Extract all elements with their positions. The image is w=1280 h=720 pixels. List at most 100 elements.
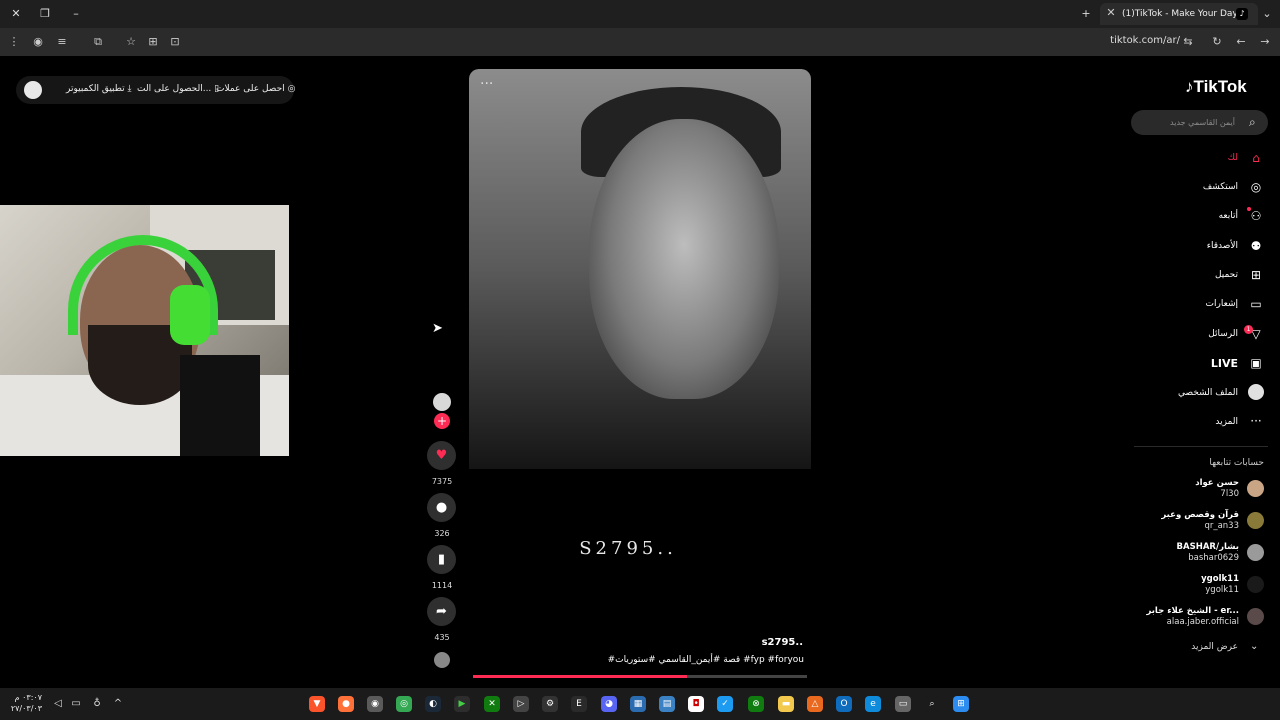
nav-more[interactable]: المزيد [1138,417,1238,427]
xbox-icon[interactable]: ✕ [484,696,500,712]
forward-icon[interactable]: ← [1233,34,1249,50]
volume-icon[interactable]: ◁ [52,698,64,709]
followed-account-name[interactable]: قرآن وقصص وعبر [1130,510,1239,520]
tab-list-icon[interactable]: ⌄ [1259,6,1275,22]
install-app-icon[interactable]: ⊡ [167,34,183,50]
followed-account-avatar[interactable] [1247,544,1264,561]
firefox-icon[interactable]: ● [338,696,354,712]
followed-account-avatar[interactable] [1247,512,1264,529]
tab-close-icon[interactable]: ✕ [1104,6,1118,19]
followed-account-handle[interactable]: ygolk11 [1130,585,1239,595]
live-icon[interactable]: ▣ [1248,355,1264,371]
site-settings-icon[interactable]: ⇆ [1180,34,1196,50]
more-icon[interactable]: ··· [1248,413,1264,429]
restore-window-icon[interactable]: ❐ [37,6,53,22]
followed-account-name[interactable]: الشيخ علاء جابر - er... [1130,606,1239,616]
xbox-app-icon[interactable]: ⊗ [748,696,764,712]
video-player[interactable] [469,69,811,682]
like-heart-icon[interactable]: ♥ [427,441,456,470]
brave-icon[interactable]: ▼ [309,696,325,712]
sidebar-divider [1134,446,1268,447]
steam-icon[interactable]: ◐ [425,696,441,712]
video-options-icon[interactable]: ··· [480,76,493,92]
nav-upload[interactable]: تحميل [1138,270,1238,280]
nav-live[interactable]: LIVE [1138,357,1238,370]
nav-explore[interactable]: استكشف [1138,182,1238,192]
nav-profile[interactable]: الملف الشخصي [1138,388,1238,398]
bookmark-star-icon[interactable]: ☆ [123,34,139,50]
nav-notifications[interactable]: إشعارات [1138,299,1238,309]
outlook-icon[interactable]: O [836,696,852,712]
notifications-icon[interactable]: ▭ [1248,296,1264,312]
share-icon[interactable]: ➦ [427,597,456,626]
translate-icon[interactable]: ⊞ [145,34,161,50]
chrome-icon[interactable]: ◎ [396,696,412,712]
tray-overflow-icon[interactable]: ^ [112,698,124,709]
address-bar[interactable]: tiktok.com/ar/ [1100,35,1180,49]
explore-icon[interactable]: ◎ [1248,179,1264,195]
video-author[interactable]: s2795.. [700,637,803,648]
friends-icon[interactable]: ⚉ [1248,238,1264,254]
followed-account-avatar[interactable] [1247,576,1264,593]
game-launcher-icon[interactable]: ▶ [454,696,470,712]
edge-icon[interactable]: e [865,696,881,712]
search-icon[interactable]: ⌕ [1249,115,1256,130]
microphone-icon[interactable]: ♁ [91,698,103,709]
settings-gear-icon[interactable]: ⚙ [542,696,558,712]
menu-dots-icon[interactable]: ⋮ [6,34,22,50]
media-queue-icon[interactable]: ≡ [54,34,70,50]
bookmark-icon[interactable]: ▮ [427,545,456,574]
followed-account-handle[interactable]: bashar0629 [1130,553,1239,563]
close-window-icon[interactable]: ✕ [8,6,24,22]
profile-icon[interactable] [1248,384,1264,400]
author-avatar[interactable] [433,393,451,411]
twitter-icon[interactable]: ✓ [717,696,733,712]
taskbar-search-icon[interactable]: ⌕ [924,696,940,712]
task-view-icon[interactable]: ▭ [895,696,911,712]
file-explorer-icon[interactable]: ▬ [778,696,794,712]
reload-icon[interactable]: ↻ [1209,34,1225,50]
tiktok-logo[interactable]: ♪TikTok [1185,77,1247,97]
followed-account-handle[interactable]: qr_an33 [1130,521,1239,531]
taskbar-clock[interactable]: ٠٣:٠٧ م ٢٧/٠٣/٠٣ [8,692,42,714]
photos-icon[interactable]: ▦ [630,696,646,712]
followed-account-handle[interactable]: alaa.jaber.official [1130,617,1239,627]
new-tab-icon[interactable]: + [1078,6,1094,22]
followed-account-name[interactable]: ygolk11 [1130,574,1239,584]
browser-app-icon[interactable]: ◉ [367,696,383,712]
windows-start-icon[interactable]: ⊞ [953,696,969,712]
followed-account-handle[interactable]: 7l30 [1130,489,1239,499]
followed-account-avatar[interactable] [1247,480,1264,497]
store-icon[interactable]: ▤ [659,696,675,712]
user-avatar[interactable] [24,81,42,99]
nav-for-you[interactable]: لك [1138,153,1238,163]
epic-games-icon[interactable]: E [571,696,587,712]
followed-account-name[interactable]: BASHAR/بشار [1130,542,1239,552]
vlc-icon[interactable]: △ [807,696,823,712]
comment-icon[interactable]: ● [427,493,456,522]
see-more-link[interactable]: عرض المزيد [1134,642,1238,652]
followed-account-avatar[interactable] [1247,608,1264,625]
get-coins-button[interactable]: احصل على عملات ◎ [216,84,295,94]
upload-icon[interactable]: ⊞ [1248,267,1264,283]
followed-account-name[interactable]: حسن عواد [1130,478,1239,488]
follow-plus-icon[interactable]: + [434,413,450,429]
minimize-window-icon[interactable]: – [68,6,84,22]
browser-tab[interactable]: (1)TikTok - Make Your Day [1100,3,1258,25]
get-app-button[interactable]: الحصول على الت... ▯ [137,84,219,94]
home-icon[interactable]: ⌂ [1248,150,1264,166]
video-hashtags[interactable]: #قصة #أيمن_القاسمي #ستوريات #fyp #foryou [600,655,804,665]
nav-friends[interactable]: الأصدقاء [1138,241,1238,251]
back-icon[interactable]: → [1257,34,1273,50]
music-disc-icon[interactable] [434,652,450,668]
chevron-down-icon[interactable]: ⌄ [1250,641,1258,652]
network-icon[interactable]: ▭ [70,698,82,709]
media-player-icon[interactable]: ▷ [513,696,529,712]
desktop-app-button[interactable]: تطبيق الكمبيوتر ⤓ [66,84,132,94]
nav-messages[interactable]: الرسائل [1138,329,1238,339]
profile-avatar-icon[interactable]: ◉ [30,34,46,50]
nav-following[interactable]: أتابعه [1138,211,1238,221]
extensions-icon[interactable]: ⧉ [90,34,106,50]
discord-icon[interactable]: ◕ [601,696,617,712]
office-icon[interactable]: ◘ [688,696,704,712]
